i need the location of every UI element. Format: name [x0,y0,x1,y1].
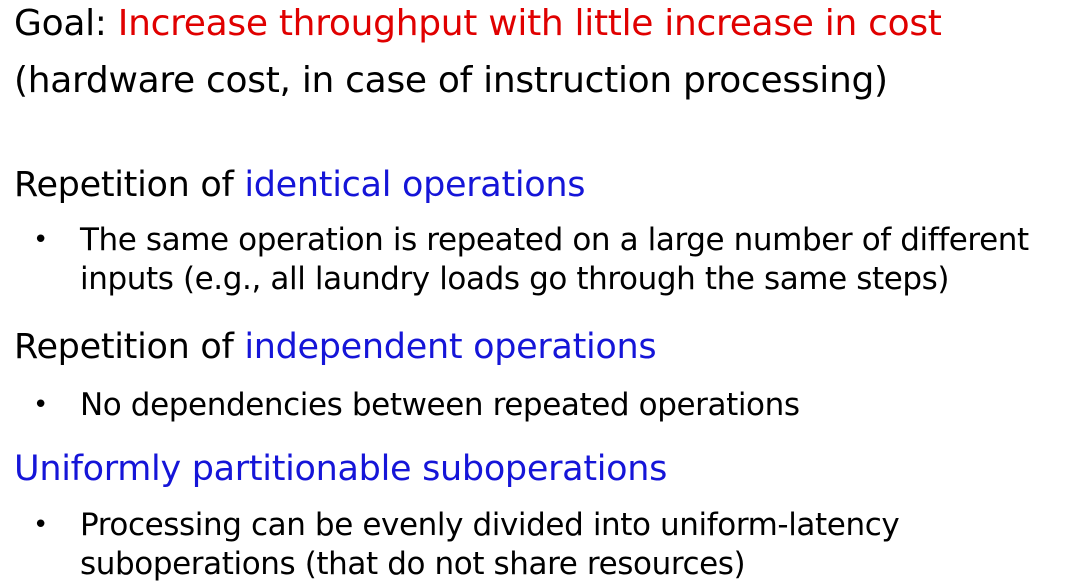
bullet-item-uniform: • Processing can be evenly divided into … [33,506,900,584]
bullet-line: suboperations (that do not share resourc… [80,546,746,582]
section-heading-highlight: identical operations [244,165,586,205]
bullet-dot-icon: • [33,510,48,540]
section-heading-highlight: independent operations [244,327,657,367]
goal-subtext: (hardware cost, in case of instruction p… [14,60,888,101]
bullet-line: Processing can be evenly divided into un… [80,507,900,543]
bullet-dot-icon: • [33,390,48,420]
bullet-line: No dependencies between repeated operati… [80,387,800,423]
section-heading-independent: Repetition of independent operations [14,325,657,369]
bullet-line: inputs (e.g., all laundry loads go throu… [80,261,950,297]
goal-line: Goal: Increase throughput with little in… [14,2,942,46]
section-heading-identical: Repetition of identical operations [14,163,586,207]
bullet-dot-icon: • [33,225,48,255]
goal-prefix: Goal: [14,3,118,44]
section-heading-prefix: Repetition of [14,165,245,205]
section-heading-uniform: Uniformly partitionable suboperations [14,447,667,491]
bullet-item-identical: • The same operation is repeated on a la… [33,221,1029,299]
bullet-item-independent: • No dependencies between repeated opera… [33,386,800,425]
slide: Goal: Increase throughput with little in… [0,0,1084,583]
section-heading-highlight: Uniformly partitionable suboperations [14,449,668,489]
section-heading-prefix: Repetition of [14,327,245,367]
bullet-line: The same operation is repeated on a larg… [80,222,1029,258]
goal-highlight: Increase throughput with little increase… [117,3,942,44]
